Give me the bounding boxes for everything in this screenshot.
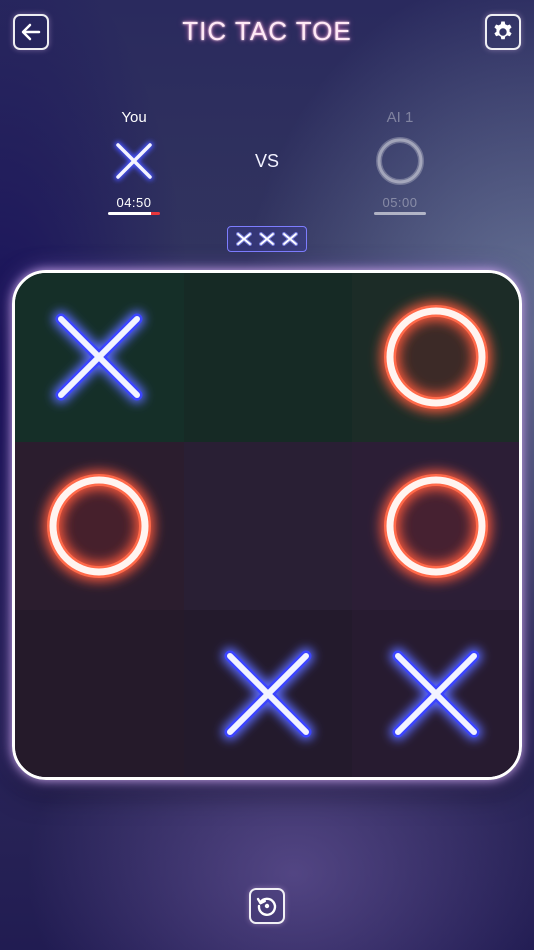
- player-name: You: [121, 109, 147, 126]
- timer-bar-fill: [374, 212, 426, 215]
- timer-bar: [374, 212, 426, 215]
- board-cell[interactable]: [352, 441, 519, 610]
- board-cell[interactable]: [15, 610, 184, 777]
- player-name: AI 1: [386, 109, 414, 126]
- timer-bar-fill: [108, 212, 160, 215]
- player-ai: AI 1 05:00: [360, 109, 440, 215]
- win-streak: [227, 226, 307, 252]
- game-board: [12, 270, 522, 780]
- streak-x-icon: [235, 232, 252, 246]
- board-cell[interactable]: [352, 610, 519, 777]
- player-timer: 05:00: [382, 195, 418, 210]
- o-mark-icon: [376, 137, 424, 185]
- o-mark-icon: [44, 470, 155, 581]
- player-timer: 04:50: [116, 195, 152, 210]
- board-cell[interactable]: [15, 441, 184, 610]
- settings-button[interactable]: [485, 14, 521, 50]
- x-mark-icon: [221, 648, 314, 741]
- board-cell[interactable]: [15, 273, 184, 442]
- x-mark-icon: [53, 311, 146, 404]
- restart-icon: [256, 897, 277, 916]
- restart-button[interactable]: [249, 888, 285, 924]
- vs-label: VS: [254, 151, 279, 171]
- x-mark-icon: [390, 648, 483, 741]
- gear-icon: [494, 21, 512, 40]
- streak-x-icon: [258, 232, 275, 246]
- o-mark-icon: [381, 302, 492, 413]
- board-cell[interactable]: [183, 441, 352, 610]
- board-cell[interactable]: [183, 610, 352, 777]
- board-cell[interactable]: [183, 273, 352, 442]
- o-mark-icon: [381, 470, 492, 581]
- streak-x-icon: [282, 232, 299, 246]
- board-cell[interactable]: [352, 273, 519, 442]
- timer-bar: [108, 212, 160, 215]
- page-title: TIC TAC TOE: [182, 16, 352, 46]
